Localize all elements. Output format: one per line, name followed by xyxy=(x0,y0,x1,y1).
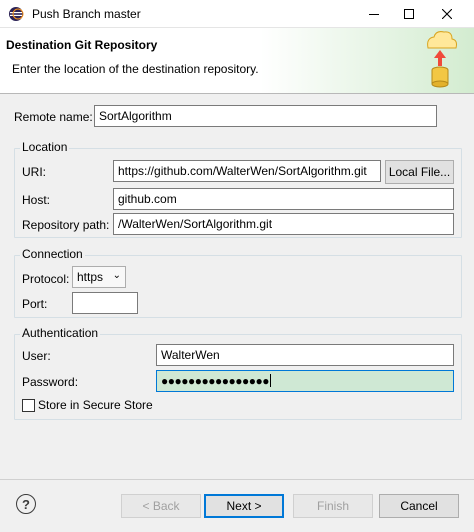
maximize-button[interactable] xyxy=(392,0,426,28)
help-button[interactable]: ? xyxy=(16,494,36,514)
protocol-select[interactable]: https ⌄ xyxy=(72,266,126,288)
password-label: Password: xyxy=(22,375,79,389)
repository-path-label: Repository path: xyxy=(22,218,110,232)
host-input[interactable]: github.com xyxy=(113,188,454,210)
remote-name-label: Remote name: xyxy=(14,110,93,124)
connection-group-title: Connection xyxy=(20,247,85,261)
store-secure-label: Store in Secure Store xyxy=(38,398,153,412)
help-icon: ? xyxy=(22,496,30,512)
eclipse-icon xyxy=(9,7,24,21)
user-input[interactable]: WalterWen xyxy=(156,344,454,366)
port-label: Port: xyxy=(22,297,48,311)
wizard-header: Destination Git Repository Enter the loc… xyxy=(0,28,474,94)
finish-button[interactable]: Finish xyxy=(293,494,373,518)
uri-input[interactable]: https://github.com/WalterWen/SortAlgorit… xyxy=(113,160,381,182)
back-button[interactable]: < Back xyxy=(121,494,201,518)
git-push-icon xyxy=(427,31,457,88)
repository-path-input[interactable]: /WalterWen/SortAlgorithm.git xyxy=(113,213,454,235)
port-input[interactable] xyxy=(72,292,138,314)
uri-label: URI: xyxy=(22,165,46,179)
cancel-button[interactable]: Cancel xyxy=(379,494,459,518)
password-value: ●●●●●●●●●●●●●●●● xyxy=(161,374,269,388)
title-bar: Push Branch master xyxy=(0,0,474,28)
next-button[interactable]: Next > xyxy=(204,494,284,518)
text-cursor xyxy=(269,374,271,387)
location-group-title: Location xyxy=(20,140,70,154)
close-button[interactable] xyxy=(430,0,464,28)
remote-name-input[interactable]: SortAlgorithm xyxy=(94,105,437,127)
page-title: Destination Git Repository xyxy=(6,38,158,52)
authentication-group-title: Authentication xyxy=(20,326,101,340)
page-description: Enter the location of the destination re… xyxy=(12,62,259,76)
minimize-icon xyxy=(369,14,379,15)
window-title: Push Branch master xyxy=(32,7,141,21)
close-icon xyxy=(442,9,452,19)
protocol-value: https xyxy=(77,270,104,284)
chevron-down-icon: ⌄ xyxy=(112,270,121,281)
footer-separator xyxy=(0,479,474,480)
maximize-icon xyxy=(404,9,414,19)
host-label: Host: xyxy=(22,193,51,207)
minimize-button[interactable] xyxy=(357,0,391,28)
protocol-label: Protocol: xyxy=(22,272,70,286)
user-label: User: xyxy=(22,349,51,363)
store-secure-checkbox[interactable] xyxy=(22,399,35,412)
local-file-button[interactable]: Local File... xyxy=(385,160,454,184)
password-input[interactable]: ●●●●●●●●●●●●●●●● xyxy=(156,370,454,392)
